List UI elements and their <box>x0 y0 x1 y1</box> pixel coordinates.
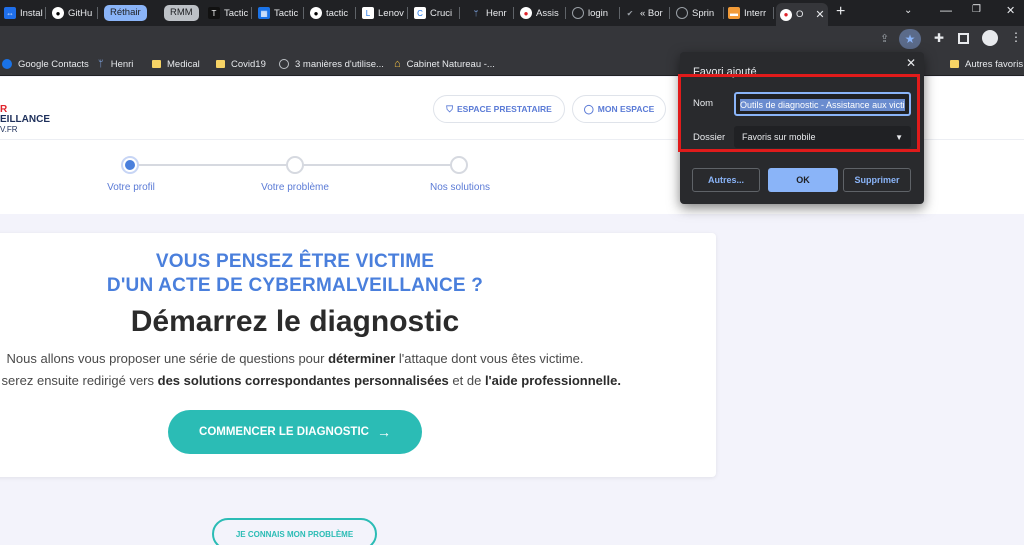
tab-crucial[interactable]: C Cruci <box>414 2 460 24</box>
dialog-close-icon[interactable]: ✕ <box>906 56 916 70</box>
extensions-puzzle-icon[interactable]: ✚ <box>934 31 944 45</box>
folder-icon <box>950 60 959 68</box>
tab-github[interactable]: ● GitHu <box>52 2 98 24</box>
menu-kebab-icon[interactable]: ⋮ <box>1010 30 1022 44</box>
tab-group-rmm[interactable]: RMM <box>164 2 202 24</box>
tab-install[interactable]: ⇔ Instal <box>4 2 46 24</box>
tab-spring[interactable]: Sprin <box>676 2 724 24</box>
headline-line-2: D'UN ACTE DE CYBERMALVEILLANCE ? <box>106 275 484 296</box>
headline-line-1: VOUS PENSEZ ÊTRE VICTIME <box>155 251 435 272</box>
tab-login[interactable]: login <box>572 2 620 24</box>
highlight-box <box>678 74 920 152</box>
install-icon: ⇔ <box>4 7 16 19</box>
check-icon: ✔ <box>626 8 634 18</box>
share-icon[interactable]: ⇪ <box>880 32 889 45</box>
bookmark-google-contacts[interactable]: Google Contacts <box>2 56 89 72</box>
bookmark-cabinet-natureau[interactable]: ⌂ Cabinet Natureau -... <box>394 56 495 72</box>
sidepanel-icon[interactable] <box>958 33 969 44</box>
arrow-right-icon: → <box>376 424 391 440</box>
henri-icon: ᛘ <box>98 58 104 70</box>
step-label-profile: Votre profil <box>107 182 155 193</box>
bookmark-star-icon[interactable]: ★ <box>899 29 921 49</box>
bookmark-medical[interactable]: Medical <box>152 56 200 72</box>
cyber-icon: ● <box>780 8 792 21</box>
tab-henri[interactable]: ᛘ Henr <box>470 2 514 24</box>
tab-group-rethair[interactable]: Réthair <box>104 2 158 24</box>
espace-prestataire-button[interactable]: ⛉ ESPACE PRESTATAIRE <box>433 95 565 123</box>
profile-avatar[interactable] <box>982 30 998 46</box>
ppt-icon: ▬ <box>728 7 740 19</box>
tab-bor[interactable]: ✔ « Bor <box>624 2 670 24</box>
tab-lenovo[interactable]: L Lenov <box>362 2 408 24</box>
known-problem-button[interactable]: JE CONNAIS MON PROBLÈME <box>212 518 377 545</box>
bookmark-covid19[interactable]: Covid19 <box>216 56 266 72</box>
tactic-grid-icon: ▦ <box>258 7 270 19</box>
globe-icon <box>279 59 289 69</box>
tab-assistance[interactable]: ● Assis <box>520 2 566 24</box>
browser-toolbar: ⇪ ★ ✚ ⋮ <box>0 26 1024 52</box>
minimize-icon[interactable]: — <box>940 3 952 17</box>
intro-paragraph-2: Vous serez ensuite redirigé vers des sol… <box>0 373 621 388</box>
step-dot-solutions <box>450 156 468 174</box>
other-button[interactable]: Autres... <box>692 168 760 192</box>
bookmark-3-manieres[interactable]: 3 manières d'utilise... <box>279 56 384 72</box>
shield-icon: ⛉ <box>446 103 453 114</box>
folder-icon <box>216 60 225 68</box>
tab-search-chevron-icon[interactable]: ⌄ <box>904 5 912 16</box>
globe-icon <box>676 7 688 19</box>
delete-button[interactable]: Supprimer <box>843 168 911 192</box>
github-icon: ● <box>310 7 322 19</box>
step-dot-problem <box>286 156 304 174</box>
tab-interr[interactable]: ▬ Interr <box>728 2 774 24</box>
new-tab-plus-icon[interactable]: + <box>836 3 845 21</box>
site-logo[interactable]: R EILLANCE V.FR <box>0 105 50 135</box>
bookmark-henri[interactable]: ᛘ Henri <box>98 56 133 72</box>
mon-espace-button[interactable]: ◯ MON ESPACE <box>572 95 666 123</box>
page-title: Démarrez le diagnostic <box>130 305 460 338</box>
step-label-problem: Votre problème <box>261 182 329 193</box>
github-icon: ● <box>52 7 64 19</box>
browser-tab-bar: ⇔ Instal ● GitHu Réthair RMM T Tactic ▦ … <box>0 0 1024 26</box>
tab-tactic-1[interactable]: T Tactic <box>208 2 252 24</box>
assistance-icon: ● <box>520 7 532 19</box>
step-dot-profile-active <box>121 156 139 174</box>
henri-icon: ᛘ <box>473 8 479 18</box>
step-label-solutions: Nos solutions <box>429 182 491 193</box>
tactic-icon: T <box>208 7 220 19</box>
folder-icon <box>152 60 161 68</box>
contacts-icon <box>2 59 12 69</box>
home-icon: ⌂ <box>394 58 401 70</box>
tab-close-icon[interactable]: ✕ <box>815 8 824 21</box>
globe-icon <box>572 7 584 19</box>
tab-active-cyber[interactable]: ● O ✕ <box>776 3 828 26</box>
tab-github-tactic[interactable]: ● tactic <box>310 2 356 24</box>
lenovo-icon: L <box>362 7 374 19</box>
tab-tactic-2[interactable]: ▦ Tactic <box>258 2 304 24</box>
bookmark-autres-favoris[interactable]: Autres favoris <box>950 56 1023 72</box>
ok-button[interactable]: OK <box>768 168 838 192</box>
user-icon: ◯ <box>583 103 594 114</box>
restore-icon[interactable]: ❐ <box>972 4 981 15</box>
crucial-icon: C <box>414 7 426 19</box>
window-close-icon[interactable]: ✕ <box>1006 4 1015 17</box>
bookmark-added-dialog: Favori ajouté ✕ Nom Outils de diagnostic… <box>678 52 924 204</box>
intro-paragraph-1: Nous allons vous proposer une série de q… <box>6 351 584 366</box>
start-diagnostic-button[interactable]: COMMENCER LE DIAGNOSTIC → <box>168 410 422 454</box>
